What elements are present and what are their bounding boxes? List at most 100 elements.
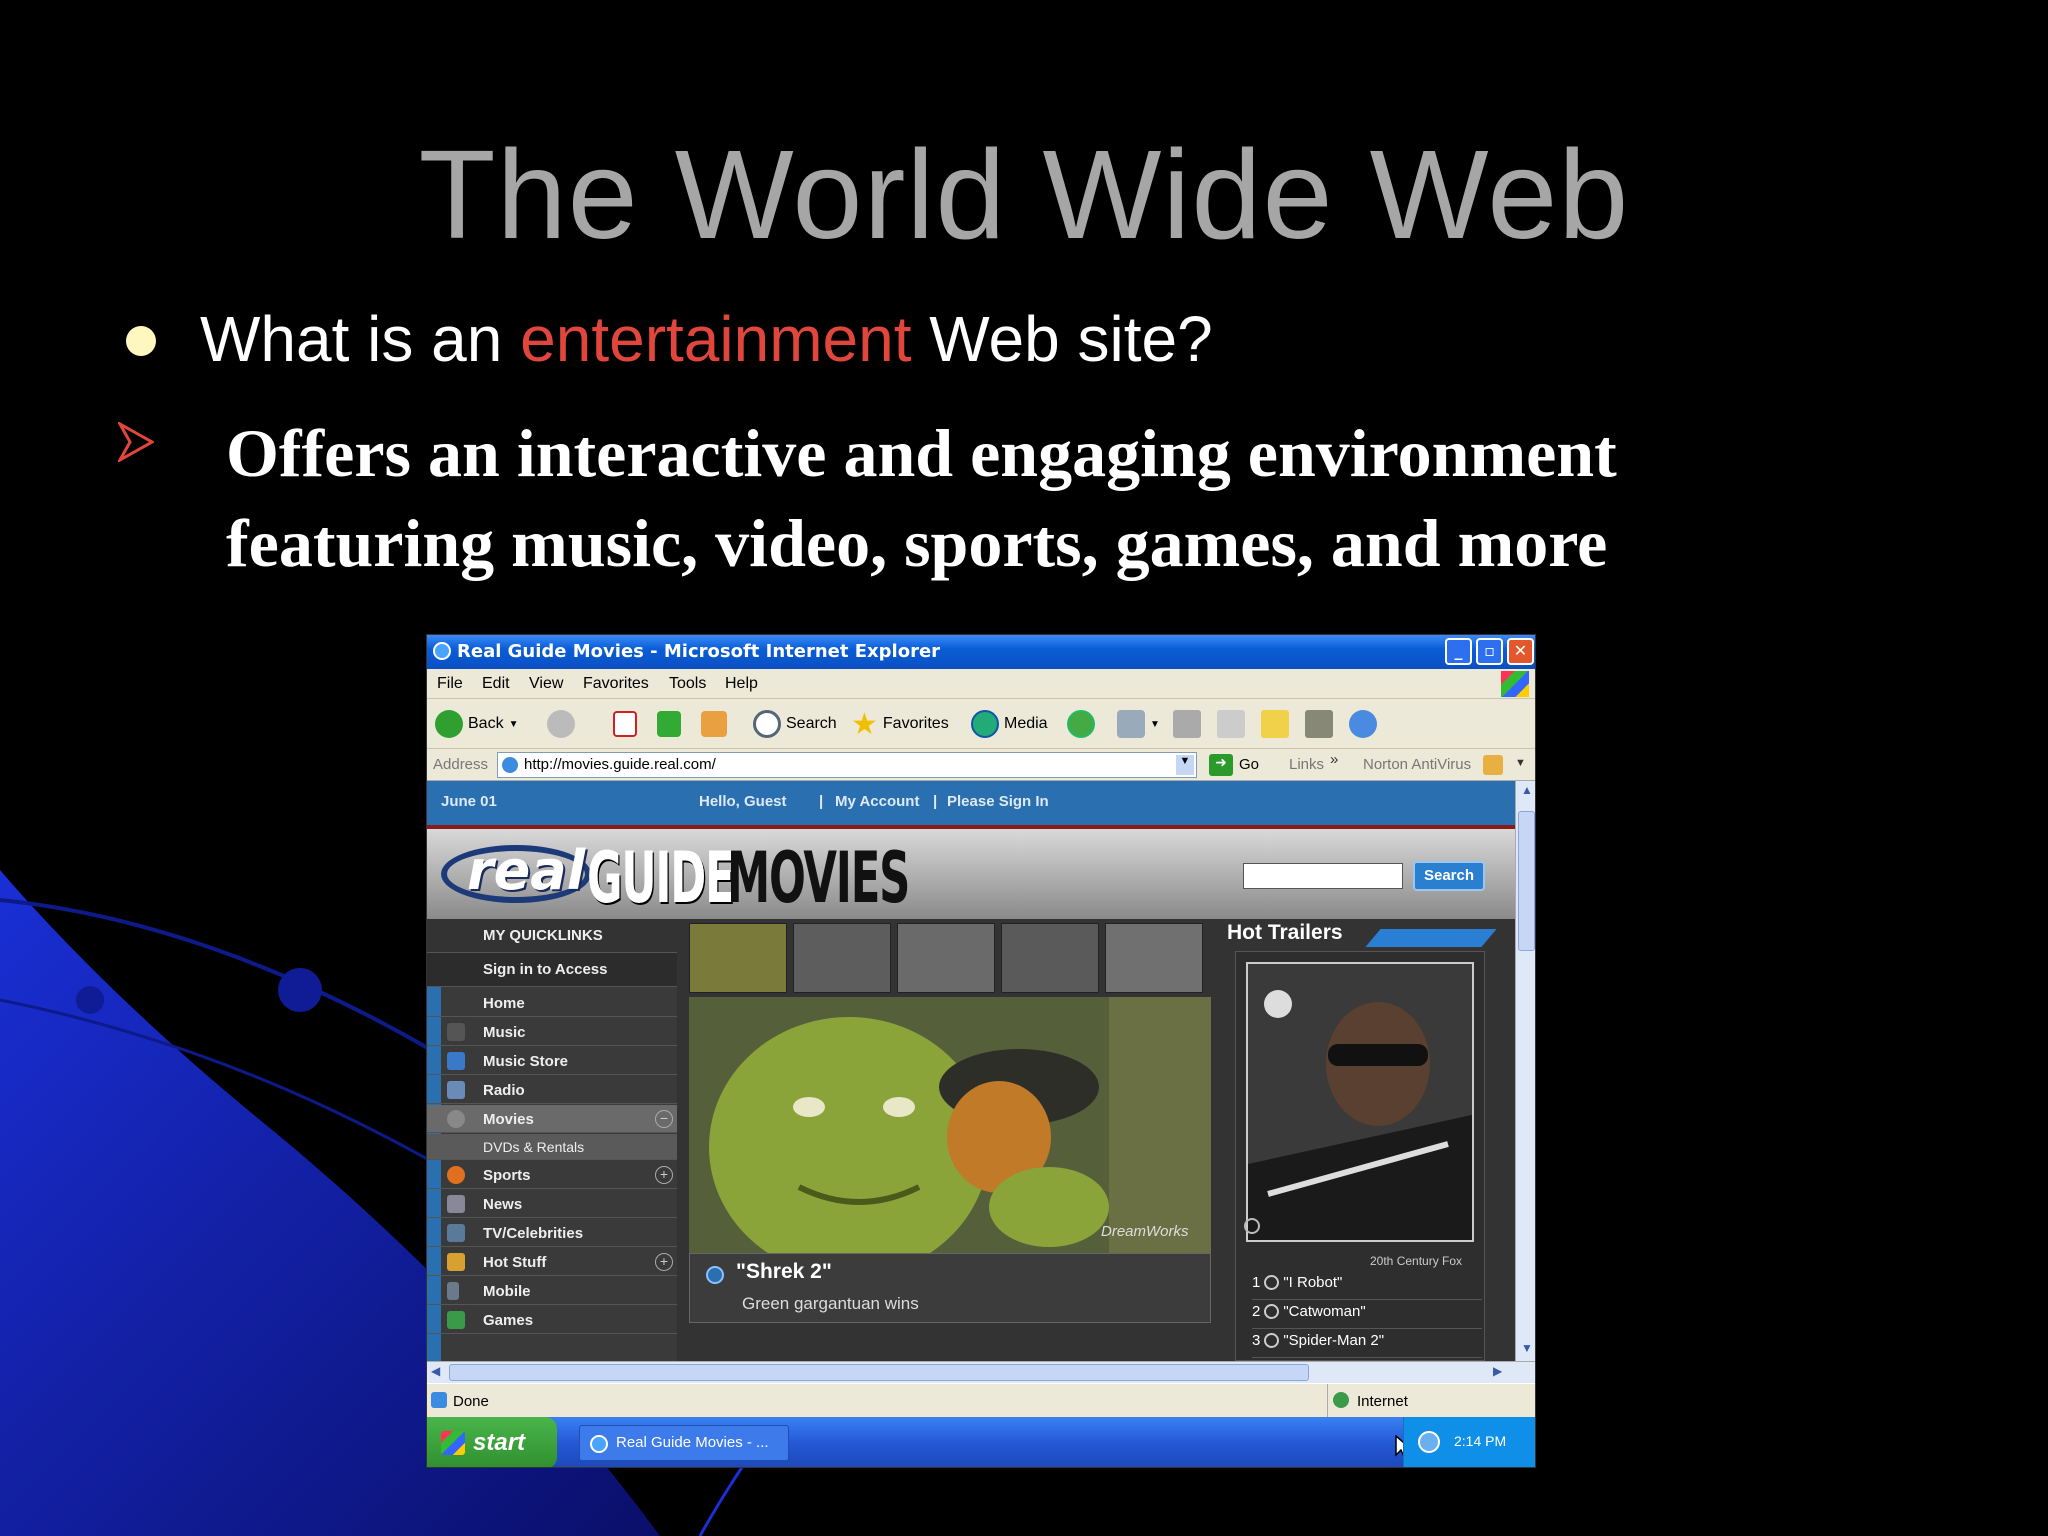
sidebar-item-dvds[interactable]: DVDs & Rentals xyxy=(427,1134,677,1160)
slide-title: The World Wide Web xyxy=(418,124,1630,265)
scroll-right-icon[interactable]: ▶ xyxy=(1493,1364,1502,1378)
media-toolbar-button[interactable]: Media xyxy=(971,707,1048,741)
forward-icon xyxy=(547,710,575,738)
forward-button[interactable] xyxy=(547,707,575,741)
menu-tools[interactable]: Tools xyxy=(669,675,706,693)
thumbnail[interactable] xyxy=(897,923,995,993)
feature-image[interactable]: DreamWorks xyxy=(689,997,1211,1253)
home-button[interactable] xyxy=(701,707,727,741)
taskbar-item-ie[interactable]: Real Guide Movies - ... xyxy=(579,1425,789,1461)
sign-in-link[interactable]: Please Sign In xyxy=(947,793,1049,810)
sidebar-item-label: DVDs & Rentals xyxy=(483,1139,585,1155)
collapse-icon[interactable]: − xyxy=(655,1110,673,1128)
scroll-left-icon[interactable]: ◀ xyxy=(431,1364,440,1378)
mail-button[interactable]: ▼ xyxy=(1117,707,1160,741)
menu-favorites[interactable]: Favorites xyxy=(583,675,649,693)
go-arrow-icon[interactable]: ➜ xyxy=(1209,754,1233,776)
norton-icon[interactable] xyxy=(1483,755,1503,775)
games-icon xyxy=(447,1311,465,1329)
my-account-link[interactable]: My Account xyxy=(835,793,919,810)
maximize-button[interactable]: ▫ xyxy=(1476,638,1503,665)
menu-file[interactable]: File xyxy=(437,675,463,693)
taskbar-item-label: Real Guide Movies - ... xyxy=(616,1434,769,1451)
logo-real[interactable]: real xyxy=(467,839,585,902)
close-button[interactable]: ✕ xyxy=(1507,638,1534,665)
clock: 2:14 PM xyxy=(1454,1433,1507,1449)
url-input[interactable]: http://movies.guide.real.com/ ▼ xyxy=(497,752,1197,778)
go-button[interactable]: Go xyxy=(1239,756,1259,773)
feature-credit: DreamWorks xyxy=(1101,1223,1189,1240)
trailer-item[interactable]: 3 "Spider-Man 2" xyxy=(1252,1332,1482,1358)
minimize-button[interactable]: _ xyxy=(1445,638,1472,665)
sidebar-item-music-store[interactable]: Music Store xyxy=(427,1047,677,1075)
research-button[interactable] xyxy=(1305,707,1333,741)
scroll-thumb[interactable] xyxy=(449,1364,1309,1381)
play-icon xyxy=(1264,1304,1280,1319)
logo-guide: GUIDE xyxy=(587,837,735,919)
sidebar-item-tv[interactable]: TV/Celebrities xyxy=(427,1219,677,1247)
sidebar-item-label: Music Store xyxy=(483,1053,569,1070)
refresh-button[interactable] xyxy=(657,707,681,741)
discuss-button[interactable] xyxy=(1261,707,1289,741)
expand-icon[interactable]: + xyxy=(655,1253,673,1271)
scroll-thumb[interactable] xyxy=(1518,811,1535,951)
media-toolbar-label: Media xyxy=(1004,715,1048,732)
vertical-scrollbar[interactable]: ▲ ▼ xyxy=(1515,781,1535,1361)
media-globe-icon xyxy=(971,710,999,738)
feature-caption[interactable]: "Shrek 2" Green gargantuan wins xyxy=(689,1253,1211,1323)
history-button[interactable] xyxy=(1067,707,1095,741)
address-dropdown-icon[interactable]: ▼ xyxy=(1176,755,1194,775)
sidebar-item-mobile[interactable]: Mobile xyxy=(427,1277,677,1305)
edit-button[interactable] xyxy=(1217,707,1245,741)
trailer-title: "Catwoman" xyxy=(1283,1303,1366,1320)
play-icon[interactable] xyxy=(1244,1218,1260,1234)
menu-view[interactable]: View xyxy=(529,675,563,693)
sidebar-item-label: TV/Celebrities xyxy=(483,1225,584,1242)
sidebar-item-games[interactable]: Games xyxy=(427,1306,677,1334)
scroll-down-icon[interactable]: ▼ xyxy=(1521,1341,1533,1355)
home-icon xyxy=(701,711,727,737)
site-top-strip: June 01 Hello, Guest | My Account | Plea… xyxy=(427,781,1515,825)
sidebar-item-sign-in[interactable]: Sign in to Access xyxy=(427,953,677,987)
question-highlight: entertainment xyxy=(520,303,912,375)
thumbnail-shrek[interactable] xyxy=(689,923,787,993)
print-button[interactable] xyxy=(1173,707,1201,741)
ie-icon xyxy=(433,642,451,660)
trailer-image[interactable] xyxy=(1246,962,1474,1242)
separator: | xyxy=(819,793,824,810)
scroll-up-icon[interactable]: ▲ xyxy=(1521,783,1533,797)
tray-icon[interactable] xyxy=(1418,1431,1440,1453)
norton-dropdown-icon[interactable]: ▼ xyxy=(1515,757,1526,769)
sidebar-item-sports[interactable]: Sports + xyxy=(427,1161,677,1189)
expand-icon[interactable]: + xyxy=(655,1166,673,1184)
stop-icon xyxy=(613,711,637,737)
sidebar-item-quicklinks[interactable]: MY QUICKLINKS xyxy=(427,919,677,953)
trailer-item[interactable]: 2 "Catwoman" xyxy=(1252,1303,1482,1329)
sidebar-item-movies[interactable]: Movies − xyxy=(427,1105,677,1133)
back-button[interactable]: Back ▼ xyxy=(435,707,518,741)
sidebar-item-music[interactable]: Music xyxy=(427,1018,677,1046)
norton-link[interactable]: Norton AntiVirus xyxy=(1363,756,1471,773)
menu-help[interactable]: Help xyxy=(725,675,758,693)
menu-edit[interactable]: Edit xyxy=(482,675,510,693)
site-sidebar: MY QUICKLINKS Sign in to Access Home Mus… xyxy=(427,919,677,1361)
stop-button[interactable] xyxy=(613,707,637,741)
sidebar-item-radio[interactable]: Radio xyxy=(427,1076,677,1104)
links-label[interactable]: Links xyxy=(1289,756,1324,773)
site-search-button[interactable]: Search xyxy=(1413,861,1485,891)
favorites-toolbar-button[interactable]: ★ Favorites xyxy=(851,707,949,741)
sidebar-item-hot-stuff[interactable]: Hot Stuff + xyxy=(427,1248,677,1276)
messenger-button[interactable] xyxy=(1349,707,1377,741)
site-search-input[interactable] xyxy=(1243,863,1403,889)
horizontal-scrollbar[interactable]: ◀ ▶ xyxy=(427,1361,1535,1383)
thumbnail[interactable] xyxy=(1001,923,1099,993)
sidebar-item-label: Home xyxy=(483,995,525,1012)
chevron-right-icon[interactable]: » xyxy=(1330,751,1338,768)
sidebar-item-news[interactable]: News xyxy=(427,1190,677,1218)
search-toolbar-button[interactable]: Search xyxy=(753,707,837,741)
sidebar-item-home[interactable]: Home xyxy=(427,989,677,1017)
start-button[interactable]: start xyxy=(427,1417,557,1467)
thumbnail[interactable] xyxy=(793,923,891,993)
trailer-item[interactable]: 1 "I Robot" xyxy=(1252,1274,1482,1300)
thumbnail[interactable] xyxy=(1105,923,1203,993)
